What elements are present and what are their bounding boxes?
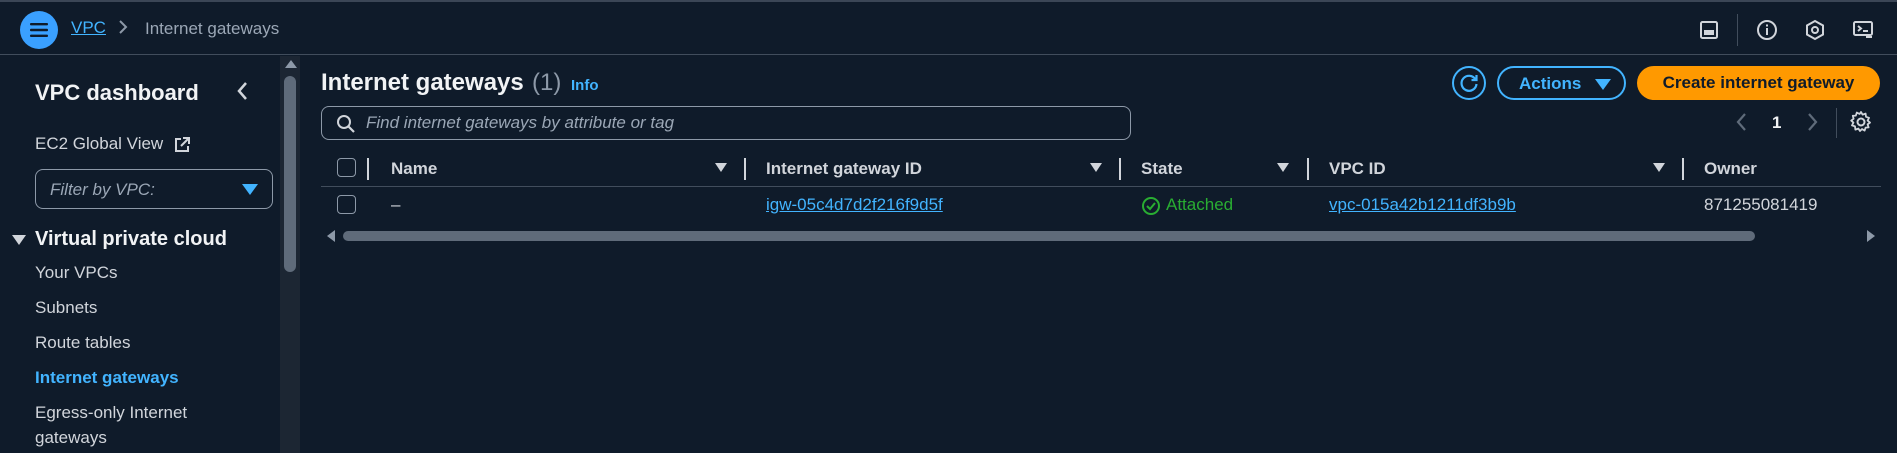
column-divider[interactable]: [744, 158, 746, 180]
table-header: Name Internet gateway ID State VPC ID Ow…: [321, 151, 1881, 187]
column-header-vpc-id[interactable]: VPC ID: [1329, 159, 1386, 179]
resource-count: (1): [532, 69, 562, 96]
current-page-number[interactable]: 1: [1772, 113, 1781, 133]
panel-icon[interactable]: [1695, 16, 1723, 44]
column-header-name[interactable]: Name: [391, 159, 437, 179]
column-divider: [367, 158, 369, 180]
sidebar-item-route-tables[interactable]: Route tables: [35, 333, 130, 353]
create-internet-gateway-button[interactable]: Create internet gateway: [1637, 66, 1880, 100]
scroll-left-arrow-icon[interactable]: [327, 230, 335, 242]
scroll-up-arrow-icon[interactable]: [285, 60, 297, 68]
previous-page-button[interactable]: [1735, 111, 1749, 138]
search-field[interactable]: [321, 106, 1131, 140]
cell-vpc-id-link[interactable]: vpc-015a42b1211df3b9b: [1329, 195, 1516, 215]
cell-internet-gateway-id-link[interactable]: igw-05c4d7d2f216f9d5f: [766, 195, 943, 215]
sidebar-item-subnets[interactable]: Subnets: [35, 298, 97, 318]
breadcrumb-current: Internet gateways: [145, 19, 280, 38]
table-row[interactable]: – igw-05c4d7d2f216f9d5f Attached vpc-015…: [321, 187, 1881, 225]
section-expand-icon[interactable]: [12, 235, 26, 245]
cell-name: –: [391, 195, 401, 214]
sidebar-item-egress-only-internet-gateways-line2[interactable]: gateways: [35, 428, 107, 448]
top-navigation-bar: VPC Internet gateways: [0, 0, 1897, 55]
info-icon[interactable]: [1753, 16, 1781, 44]
vpc-filter-select[interactable]: Filter by VPC:: [35, 169, 273, 209]
search-icon: [336, 114, 356, 139]
chevron-right-icon: [1808, 113, 1818, 131]
caret-down-icon: [1595, 79, 1611, 90]
actions-dropdown-button[interactable]: Actions: [1497, 66, 1626, 100]
sort-icon[interactable]: [715, 163, 727, 172]
actions-label: Actions: [1519, 74, 1582, 93]
sidebar: VPC dashboard EC2 Global View Filter by …: [0, 56, 300, 453]
column-header-state[interactable]: State: [1141, 159, 1183, 179]
sidebar-section-virtual-private-cloud[interactable]: Virtual private cloud: [35, 228, 227, 251]
collapse-sidebar-button[interactable]: [235, 80, 255, 104]
sidebar-item-ec2-global-view[interactable]: EC2 Global View: [35, 134, 163, 154]
breadcrumb-vpc-link[interactable]: VPC: [71, 18, 106, 38]
sort-icon[interactable]: [1653, 163, 1665, 172]
menu-icon: [30, 23, 48, 37]
sidebar-scrollbar-thumb[interactable]: [284, 76, 296, 272]
refresh-icon: [1460, 74, 1478, 92]
vpc-filter-label: Filter by VPC:: [50, 180, 155, 199]
status-check-icon: [1141, 196, 1161, 221]
next-page-button[interactable]: [1805, 111, 1819, 138]
external-link-icon: [173, 136, 191, 159]
column-divider[interactable]: [1682, 158, 1684, 180]
sidebar-title: VPC dashboard: [35, 80, 199, 105]
settings-gear-icon[interactable]: [1849, 110, 1873, 139]
column-header-internet-gateway-id[interactable]: Internet gateway ID: [766, 159, 922, 179]
page-title: Internet gateways: [321, 69, 524, 96]
search-input[interactable]: [366, 107, 1116, 139]
pager-divider: [1836, 108, 1837, 138]
select-all-checkbox[interactable]: [337, 158, 356, 177]
sidebar-item-egress-only-internet-gateways[interactable]: Egress-only Internet: [35, 403, 187, 423]
cloudshell-icon[interactable]: [1849, 16, 1877, 44]
table-horizontal-scrollbar[interactable]: [321, 228, 1881, 244]
column-divider[interactable]: [1307, 158, 1309, 180]
sidebar-item-internet-gateways[interactable]: Internet gateways: [35, 368, 179, 388]
chevron-left-icon: [1736, 113, 1746, 131]
refresh-button[interactable]: [1452, 66, 1486, 100]
create-internet-gateway-label: Create internet gateway: [1662, 73, 1855, 92]
info-link[interactable]: Info: [571, 77, 599, 94]
chevron-left-icon: [237, 82, 247, 100]
sidebar-item-your-vpcs[interactable]: Your VPCs: [35, 263, 118, 283]
caret-down-icon: [242, 184, 258, 195]
column-divider[interactable]: [1119, 158, 1121, 180]
table-scrollbar-thumb[interactable]: [343, 231, 1755, 241]
row-select-checkbox[interactable]: [337, 195, 356, 214]
column-header-owner[interactable]: Owner: [1704, 159, 1757, 179]
topbar-divider: [1737, 14, 1738, 46]
sort-icon[interactable]: [1090, 163, 1102, 172]
hamburger-menu-button[interactable]: [20, 11, 58, 49]
scroll-right-arrow-icon[interactable]: [1867, 230, 1875, 242]
sort-icon[interactable]: [1277, 163, 1289, 172]
notifications-icon[interactable]: [1801, 16, 1829, 44]
chevron-right-icon: [118, 19, 128, 40]
cell-owner: 871255081419: [1704, 195, 1818, 214]
cell-state-badge: Attached: [1166, 195, 1234, 214]
